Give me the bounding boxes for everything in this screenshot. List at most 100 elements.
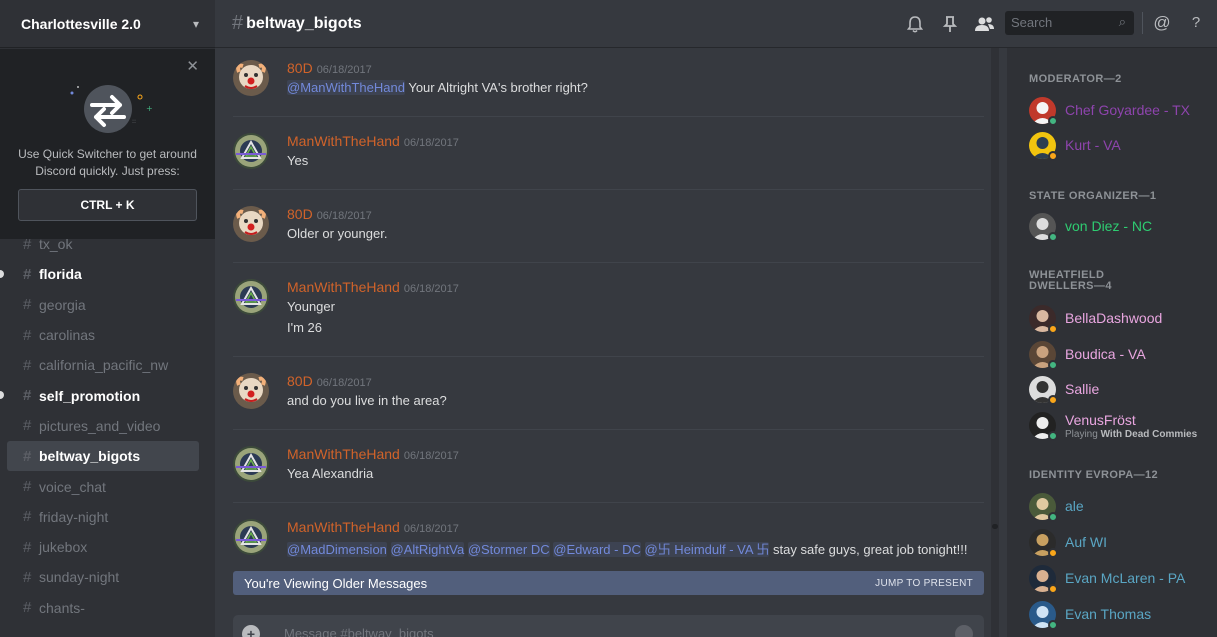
avatar[interactable] bbox=[233, 206, 269, 242]
emoji-icon[interactable] bbox=[955, 625, 973, 637]
members-icon[interactable] bbox=[973, 14, 997, 34]
member-item[interactable]: ale bbox=[1029, 493, 1209, 523]
member-item[interactable]: VenusFröst Playing With Dead Commies bbox=[1029, 412, 1209, 442]
member-item[interactable]: Evan McLaren - PA bbox=[1029, 565, 1209, 595]
status-dot-icon bbox=[1048, 431, 1058, 441]
channel-name: pictures_and_video bbox=[39, 417, 161, 434]
channel-item[interactable]: # georgia bbox=[7, 290, 199, 320]
member-item[interactable]: Auf WI bbox=[1029, 529, 1209, 559]
member-item[interactable]: Evan Thomas bbox=[1029, 601, 1209, 631]
channel-name: self_promotion bbox=[39, 387, 141, 404]
channel-item[interactable]: # chants- bbox=[7, 593, 199, 623]
channel-name: carolinas bbox=[39, 327, 96, 344]
member-item[interactable]: Kurt - VA bbox=[1029, 132, 1209, 162]
older-messages-bar[interactable]: You're Viewing Older Messages JUMP TO PR… bbox=[233, 571, 984, 595]
status-dot-icon bbox=[1048, 620, 1058, 630]
user-mention[interactable]: @AltRightVa bbox=[390, 542, 465, 557]
channel-name: jukebox bbox=[39, 539, 88, 556]
message-composer[interactable]: + Message #beltway_bigots bbox=[233, 615, 984, 637]
mention-icon[interactable]: @ bbox=[1152, 13, 1172, 33]
member-list: MODERATOR—2 Chef Goyardee - TX Kurt - VA ST… bbox=[1007, 48, 1217, 637]
help-icon[interactable]: ? bbox=[1186, 14, 1206, 34]
user-mention[interactable]: @Stormer DC bbox=[467, 542, 550, 557]
search-input[interactable]: Search ⌕ bbox=[1005, 11, 1134, 35]
channel-hash-icon: # bbox=[23, 326, 32, 344]
message-text: and do you live in the area? bbox=[287, 393, 447, 408]
channel-item[interactable]: # voice_chat bbox=[7, 471, 199, 501]
channel-list: # tx_ok # florida # georgia # carolinas # califor… bbox=[0, 229, 215, 623]
user-mention[interactable]: @ManWithTheHand bbox=[287, 80, 405, 95]
channel-name: georgia bbox=[39, 296, 86, 313]
member-item[interactable]: Sallie bbox=[1029, 376, 1209, 406]
role-header: STATE ORGANIZER—1 bbox=[1029, 190, 1157, 202]
avatar[interactable] bbox=[233, 373, 269, 409]
channel-item[interactable]: # sunday-night bbox=[7, 562, 199, 592]
message-text: I'm 26 bbox=[287, 320, 322, 335]
message-author[interactable]: 80D bbox=[287, 206, 313, 222]
user-mention[interactable]: @MadDimension bbox=[287, 542, 387, 557]
message-author[interactable]: ManWithTheHand bbox=[287, 279, 400, 295]
member-activity: Playing With Dead Commies bbox=[1065, 429, 1197, 440]
message-scrollbar[interactable] bbox=[991, 48, 999, 637]
composer-placeholder: Message #beltway_bigots bbox=[284, 626, 434, 637]
channel-hash-icon: # bbox=[232, 12, 244, 34]
scrollbar-thumb[interactable] bbox=[992, 524, 998, 529]
channel-item[interactable]: # beltway_bigots bbox=[7, 441, 199, 472]
activity-name: With Dead Commies bbox=[1100, 429, 1198, 440]
avatar[interactable] bbox=[233, 519, 269, 555]
message-text-segment: I'm 26 bbox=[287, 320, 322, 335]
channel-hash-icon: # bbox=[23, 387, 32, 405]
member-item[interactable]: Boudica - VA bbox=[1029, 341, 1209, 371]
message-timestamp: 06/18/2017 bbox=[403, 523, 459, 535]
close-icon[interactable]: ✕ bbox=[186, 57, 199, 75]
message-author[interactable]: 80D bbox=[287, 60, 313, 76]
message-author[interactable]: ManWithTheHand bbox=[287, 519, 400, 535]
user-mention[interactable]: @Edward - DC bbox=[553, 542, 641, 557]
avatar[interactable] bbox=[233, 60, 269, 96]
member-item[interactable]: Chef Goyardee - TX bbox=[1029, 97, 1209, 127]
message-text-segment: Yea Alexandria bbox=[287, 466, 374, 481]
user-mention[interactable]: @卐 Heimdulf - VA 卐 bbox=[644, 542, 770, 557]
message-timestamp: 06/18/2017 bbox=[316, 377, 372, 389]
channel-item[interactable]: # florida bbox=[0, 259, 199, 289]
status-dot-icon bbox=[1048, 360, 1058, 370]
guild-header[interactable]: Charlottesville 2.0 ▾ bbox=[0, 0, 215, 48]
svg-text:+: + bbox=[146, 104, 153, 113]
channel-item[interactable]: # friday-night bbox=[7, 502, 199, 532]
member-name: Chef Goyardee - TX bbox=[1065, 102, 1191, 118]
bell-icon[interactable] bbox=[905, 14, 925, 34]
channel-hash-icon: # bbox=[23, 568, 32, 586]
member-name: ale bbox=[1065, 498, 1084, 514]
channel-item[interactable]: # jukebox bbox=[7, 532, 199, 562]
message-header: ManWithTheHand 06/18/2017 bbox=[287, 133, 459, 149]
channel-name: voice_chat bbox=[39, 478, 106, 495]
message-author[interactable]: ManWithTheHand bbox=[287, 133, 400, 149]
message-text: Younger bbox=[287, 299, 335, 314]
quick-switcher-tip: ✕ + :: Use Quick Switcher to get around … bbox=[0, 49, 215, 239]
avatar[interactable] bbox=[233, 133, 269, 169]
message-author[interactable]: ManWithTheHand bbox=[287, 446, 400, 462]
member-name: Kurt - VA bbox=[1065, 137, 1121, 153]
message-timestamp: 06/18/2017 bbox=[403, 283, 459, 295]
member-item[interactable]: BellaDashwood bbox=[1029, 305, 1209, 335]
status-dot-icon bbox=[1048, 584, 1058, 594]
member-item[interactable]: von Diez - NC bbox=[1029, 213, 1209, 243]
channel-hash-icon: # bbox=[23, 447, 32, 465]
chevron-down-icon[interactable]: ▾ bbox=[193, 17, 199, 31]
channel-item[interactable]: # carolinas bbox=[7, 320, 199, 350]
channel-item[interactable]: # self_promotion bbox=[0, 380, 199, 410]
message-text-segment: Younger bbox=[287, 299, 335, 314]
jump-to-present-button[interactable]: JUMP TO PRESENT bbox=[875, 578, 973, 589]
message-header: 80D 06/18/2017 bbox=[287, 206, 372, 222]
message-text-segment bbox=[641, 542, 645, 557]
upload-plus-icon[interactable]: + bbox=[242, 625, 260, 637]
channel-hash-icon: # bbox=[23, 296, 32, 314]
channel-item[interactable]: # pictures_and_video bbox=[7, 411, 199, 441]
channel-item[interactable]: # california_pacific_nw bbox=[7, 350, 199, 380]
avatar[interactable] bbox=[233, 446, 269, 482]
shortcut-key-button[interactable]: CTRL + K bbox=[18, 189, 197, 221]
avatar[interactable] bbox=[233, 279, 269, 315]
pin-icon[interactable] bbox=[940, 14, 960, 34]
message-text-segment: Your Altright VA's brother right? bbox=[404, 80, 588, 95]
message-author[interactable]: 80D bbox=[287, 373, 313, 389]
